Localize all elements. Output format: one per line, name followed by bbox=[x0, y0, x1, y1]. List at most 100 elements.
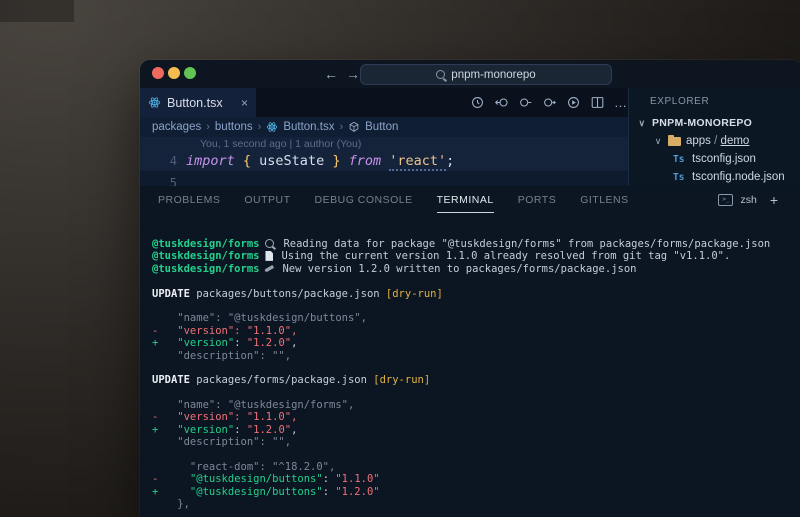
panel-tab-gitlens[interactable]: GITLENS bbox=[580, 188, 628, 212]
terminal-line bbox=[152, 387, 800, 399]
terminal-line: @tuskdesign/formsReading data for packag… bbox=[152, 238, 800, 250]
terminal-text: , bbox=[291, 424, 297, 436]
terminal-line bbox=[152, 275, 800, 287]
tsconfig-file-icon: Ts bbox=[673, 172, 687, 183]
terminal-text: "description": "", bbox=[152, 350, 291, 362]
breadcrumb-item-packages[interactable]: packages bbox=[152, 121, 201, 133]
terminal-output[interactable]: @tuskdesign/forms Reading data for packag… bbox=[140, 214, 800, 511]
editor-tab-bar: Button.tsx × bbox=[140, 88, 628, 117]
breadcrumb: packages › buttons › Button.tsx › bbox=[140, 117, 628, 137]
terminal-text: packages/buttons/package.json bbox=[190, 288, 386, 300]
panel-tab-output[interactable]: OUTPUT bbox=[244, 188, 290, 212]
new-terminal-button[interactable]: + bbox=[770, 192, 778, 208]
terminal-text: "1.1.0" bbox=[335, 473, 379, 485]
terminal-text: - "version": "1.1.0", bbox=[152, 411, 297, 423]
panel-tab-problems[interactable]: PROBLEMS bbox=[158, 188, 220, 212]
run-or-debug-icon[interactable] bbox=[566, 95, 581, 110]
main-area: Button.tsx × bbox=[140, 88, 800, 186]
close-window-button[interactable] bbox=[152, 67, 164, 79]
explorer-file-label: tsconfig.json bbox=[692, 153, 756, 165]
breadcrumb-item-file[interactable]: Button.tsx bbox=[283, 121, 334, 133]
background-texture-patch bbox=[0, 0, 74, 22]
pencil-icon bbox=[264, 264, 274, 272]
keyword-from: from bbox=[349, 153, 382, 169]
explorer-sidebar: EXPLORER ∨ PNPM-MONOREPO ∨ apps / demo T… bbox=[628, 88, 800, 186]
previous-change-icon[interactable] bbox=[518, 95, 533, 110]
terminal-line: "name": "@tuskdesign/buttons", bbox=[152, 312, 800, 324]
panel-tab-strip: PROBLEMS OUTPUT DEBUG CONSOLE TERMINAL PORTS… bbox=[140, 186, 800, 214]
terminal-icon: >_ bbox=[718, 194, 733, 206]
terminal-text: [dry-run] bbox=[386, 288, 443, 300]
terminal-line: - "version": "1.1.0", bbox=[152, 325, 800, 337]
terminal-line: UPDATE packages/forms/package.json [dry-… bbox=[152, 374, 800, 386]
breadcrumb-item-symbol[interactable]: Button bbox=[365, 121, 398, 133]
terminal-text: + "version" bbox=[152, 337, 234, 349]
terminal-line: "description": "", bbox=[152, 350, 800, 362]
terminal-shell-widget[interactable]: >_ zsh + bbox=[718, 186, 778, 214]
next-change-icon[interactable] bbox=[542, 95, 557, 110]
terminal-text: UPDATE bbox=[152, 374, 190, 386]
bottom-panel: PROBLEMS OUTPUT DEBUG CONSOLE TERMINAL PORTS… bbox=[140, 186, 800, 517]
shell-name: zsh bbox=[740, 194, 756, 206]
panel-tab-terminal[interactable]: TERMINAL bbox=[437, 188, 494, 213]
code-content: import { useState } from 'react'; bbox=[186, 152, 454, 171]
terminal-text: : bbox=[323, 486, 336, 498]
search-value: pnpm-monorepo bbox=[451, 69, 535, 81]
timeline-icon[interactable] bbox=[470, 95, 485, 110]
terminal-text: packages/forms/package.json bbox=[190, 374, 373, 386]
explorer-apps-label: apps / demo bbox=[686, 135, 749, 147]
terminal-line bbox=[152, 362, 800, 374]
nav-back-button[interactable]: ← bbox=[322, 65, 340, 83]
minimize-window-button[interactable] bbox=[168, 67, 180, 79]
terminal-text: "1.2.0" bbox=[247, 337, 291, 349]
maximize-window-button[interactable] bbox=[184, 67, 196, 79]
breadcrumb-separator: › bbox=[339, 121, 343, 133]
terminal-line: + "@tuskdesign/buttons": "1.2.0" bbox=[152, 486, 800, 498]
keyword-import: import bbox=[186, 153, 235, 169]
terminal-line: - "version": "1.1.0", bbox=[152, 411, 800, 423]
terminal-text: @tuskdesign/forms bbox=[152, 263, 259, 275]
terminal-line: "name": "@tuskdesign/forms", bbox=[152, 399, 800, 411]
terminal-text: - "version": "1.1.0", bbox=[152, 325, 297, 337]
explorer-item-tsconfig-json[interactable]: Ts tsconfig.json bbox=[629, 150, 800, 168]
more-actions-icon[interactable]: … bbox=[614, 95, 627, 110]
chevron-down-icon: ∨ bbox=[637, 118, 647, 129]
git-blame-annotation[interactable]: You, 1 second ago | 1 author (You) bbox=[140, 137, 628, 152]
terminal-text: + "@tuskdesign/buttons" bbox=[152, 486, 323, 498]
terminal-line: UPDATE packages/buttons/package.json [dr… bbox=[152, 288, 800, 300]
terminal-text: "1.2.0" bbox=[335, 486, 379, 498]
terminal-line: "description": "", bbox=[152, 436, 800, 448]
partial-code-line: 5 bbox=[140, 171, 628, 186]
explorer-item-tsconfig-node-json[interactable]: Ts tsconfig.node.json bbox=[629, 168, 800, 186]
terminal-line bbox=[152, 300, 800, 312]
open-changes-icon[interactable] bbox=[494, 95, 509, 110]
chevron-down-icon: ∨ bbox=[653, 136, 663, 147]
panel-tab-debug-console[interactable]: DEBUG CONSOLE bbox=[315, 188, 413, 212]
brace-close: } bbox=[324, 153, 348, 169]
string-react: 'react' bbox=[389, 153, 446, 171]
split-editor-icon[interactable] bbox=[590, 95, 605, 110]
command-center-search[interactable]: pnpm-monorepo bbox=[360, 64, 612, 85]
explorer-item-apps-demo[interactable]: ∨ apps / demo bbox=[629, 132, 800, 150]
close-tab-icon[interactable]: × bbox=[241, 96, 248, 110]
tab-button-tsx[interactable]: Button.tsx × bbox=[140, 88, 256, 117]
breadcrumb-item-buttons[interactable]: buttons bbox=[215, 121, 253, 133]
terminal-text: "react-dom": "^18.2.0", bbox=[152, 461, 335, 473]
symbol-cube-icon bbox=[348, 121, 360, 133]
terminal-text: New version 1.2.0 written to packages/fo… bbox=[282, 263, 636, 275]
terminal-line: @tuskdesign/formsUsing the current versi… bbox=[152, 250, 800, 262]
terminal-line: @tuskdesign/forms New version 1.2.0 writt… bbox=[152, 263, 800, 275]
panel-tab-ports[interactable]: PORTS bbox=[518, 188, 556, 212]
terminal-text: Reading data for package "@tuskdesign/fo… bbox=[283, 238, 770, 250]
explorer-root-pnpm-monorepo[interactable]: ∨ PNPM-MONOREPO bbox=[629, 114, 800, 132]
terminal-text: , bbox=[291, 337, 297, 349]
react-icon bbox=[266, 121, 278, 133]
vscode-window: ← → pnpm-monorepo Button. bbox=[140, 60, 800, 517]
document-icon bbox=[265, 251, 273, 261]
terminal-text: + "version" bbox=[152, 424, 234, 436]
brace-open: { bbox=[235, 153, 259, 169]
terminal-line: "react-dom": "^18.2.0", bbox=[152, 461, 800, 473]
code-editor[interactable]: You, 1 second ago | 1 author (You) 4 imp… bbox=[140, 137, 628, 186]
terminal-text: "name": "@tuskdesign/forms", bbox=[152, 399, 354, 411]
folder-icon bbox=[668, 137, 681, 146]
